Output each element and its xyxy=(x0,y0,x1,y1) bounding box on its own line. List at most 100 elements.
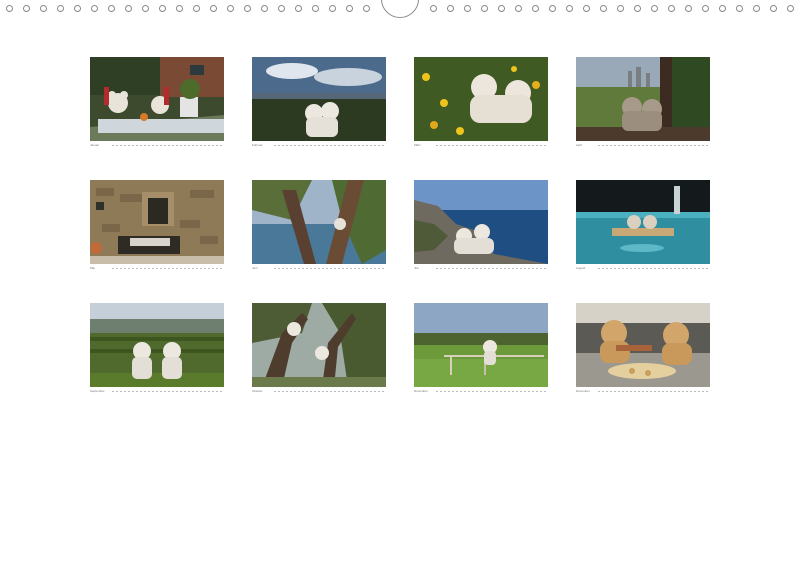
binding-hole xyxy=(668,5,675,12)
day-strip xyxy=(112,268,224,269)
photo-teddies-garden-table xyxy=(90,57,224,141)
month-caption: März xyxy=(414,141,548,151)
photo-teddies-tuscan-hills xyxy=(252,57,386,141)
binding-hole xyxy=(312,5,319,12)
binding-hole xyxy=(91,5,98,12)
month-tile-august[interactable]: August xyxy=(576,180,710,276)
binding-hole xyxy=(329,5,336,12)
day-strip xyxy=(598,268,710,269)
binding-hole xyxy=(447,5,454,12)
binding-hole xyxy=(753,5,760,12)
binding-hole xyxy=(532,5,539,12)
binding-hole xyxy=(210,5,217,12)
month-caption: April xyxy=(576,141,710,151)
binding-hole xyxy=(515,5,522,12)
photo-teddies-baking xyxy=(576,303,710,387)
binding-hole xyxy=(227,5,234,12)
month-caption: November xyxy=(414,387,548,397)
month-caption: Oktober xyxy=(252,387,386,397)
day-strip xyxy=(598,145,710,146)
binding-hole xyxy=(702,5,709,12)
binding-hole xyxy=(346,5,353,12)
binding-hole xyxy=(176,5,183,12)
photo-stone-house-bench xyxy=(90,180,224,264)
month-tile-january[interactable]: Januar xyxy=(90,57,224,153)
binding-hole xyxy=(363,5,370,12)
binding-hole xyxy=(57,5,64,12)
month-label: März xyxy=(414,143,421,147)
month-tile-september[interactable]: September xyxy=(90,303,224,399)
binding-hole xyxy=(193,5,200,12)
binding-hole xyxy=(40,5,47,12)
binding-hole xyxy=(244,5,251,12)
month-tile-july[interactable]: Juli xyxy=(414,180,548,276)
binding-hole xyxy=(549,5,556,12)
hanger-hole xyxy=(381,0,419,18)
month-label: Oktober xyxy=(252,389,263,393)
binding-hole xyxy=(6,5,13,12)
binding-hole xyxy=(770,5,777,12)
binding-hole xyxy=(634,5,641,12)
binding-hole xyxy=(736,5,743,12)
month-caption: Dezember xyxy=(576,387,710,397)
binding-hole xyxy=(278,5,285,12)
photo-teddies-san-gimignano xyxy=(576,57,710,141)
photo-teddy-pine-tree-sea xyxy=(252,180,386,264)
month-caption: September xyxy=(90,387,224,397)
photo-teddies-rocky-coast xyxy=(414,180,548,264)
month-caption: Juli xyxy=(414,264,548,274)
binding-hole xyxy=(261,5,268,12)
month-label: Januar xyxy=(90,143,100,147)
month-label: September xyxy=(90,389,105,393)
month-tile-october[interactable]: Oktober xyxy=(252,303,386,399)
day-strip xyxy=(112,391,224,392)
month-label: Juli xyxy=(414,266,419,270)
month-label: Mai xyxy=(90,266,95,270)
binding-hole xyxy=(23,5,30,12)
spiral-binding xyxy=(0,0,800,22)
binding-hole xyxy=(125,5,132,12)
day-strip xyxy=(436,268,548,269)
binding-hole xyxy=(583,5,590,12)
photo-teddies-pool-float xyxy=(576,180,710,264)
month-label: Februar xyxy=(252,143,263,147)
binding-hole xyxy=(142,5,149,12)
month-tile-november[interactable]: November xyxy=(414,303,548,399)
day-strip xyxy=(436,145,548,146)
binding-hole xyxy=(651,5,658,12)
month-caption: Juni xyxy=(252,264,386,274)
photo-teddies-yellow-flowers xyxy=(414,57,548,141)
month-tile-june[interactable]: Juni xyxy=(252,180,386,276)
binding-hole xyxy=(159,5,166,12)
binding-hole xyxy=(685,5,692,12)
month-tile-may[interactable]: Mai xyxy=(90,180,224,276)
day-strip xyxy=(274,145,386,146)
binding-hole xyxy=(108,5,115,12)
day-strip xyxy=(274,268,386,269)
day-strip xyxy=(112,145,224,146)
day-strip xyxy=(274,391,386,392)
month-caption: Mai xyxy=(90,264,224,274)
day-strip xyxy=(436,391,548,392)
month-label: November xyxy=(414,389,428,393)
binding-hole xyxy=(600,5,607,12)
binding-hole xyxy=(295,5,302,12)
binding-hole xyxy=(566,5,573,12)
day-strip xyxy=(598,391,710,392)
binding-hole xyxy=(498,5,505,12)
month-caption: August xyxy=(576,264,710,274)
binding-hole xyxy=(481,5,488,12)
month-caption: Januar xyxy=(90,141,224,151)
photo-teddies-vineyard xyxy=(90,303,224,387)
month-tile-april[interactable]: April xyxy=(576,57,710,153)
month-label: August xyxy=(576,266,586,270)
binding-hole xyxy=(719,5,726,12)
binding-hole xyxy=(787,5,794,12)
month-label: April xyxy=(576,143,583,147)
month-tile-december[interactable]: Dezember xyxy=(576,303,710,399)
binding-hole xyxy=(464,5,471,12)
month-tile-march[interactable]: März xyxy=(414,57,548,153)
binding-hole xyxy=(617,5,624,12)
month-tile-february[interactable]: Februar xyxy=(252,57,386,153)
month-label: Juni xyxy=(252,266,258,270)
